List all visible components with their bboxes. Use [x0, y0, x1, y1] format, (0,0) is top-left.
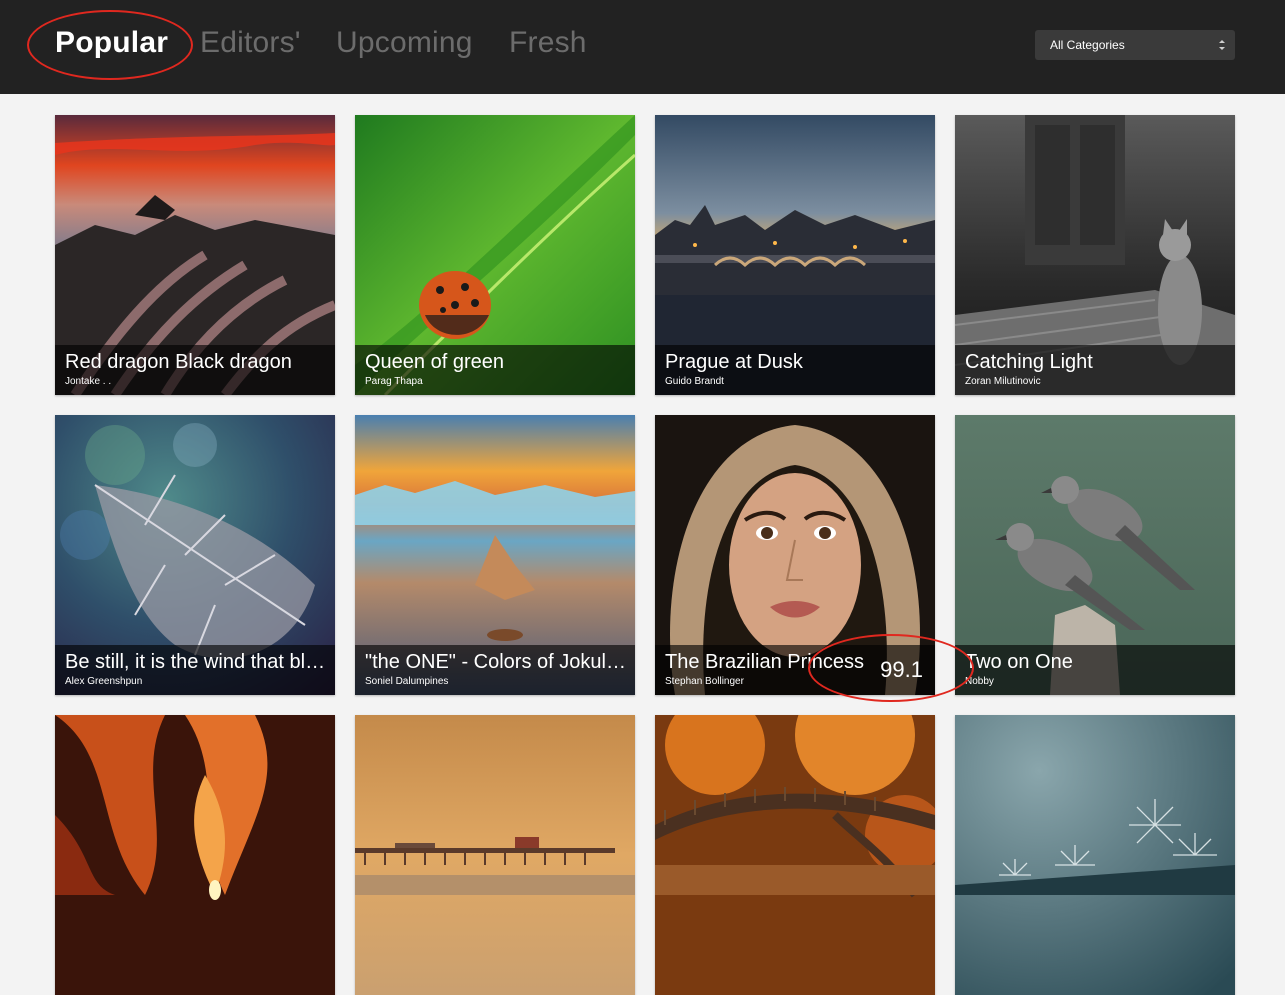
photo-author[interactable]: Zoran Milutinovic	[965, 376, 1041, 387]
category-select[interactable]: All Categories	[1035, 30, 1235, 60]
category-select-value: All Categories	[1050, 38, 1125, 52]
photo-caption: Catching Light Zoran Milutinovic	[955, 345, 1235, 395]
tab-upcoming[interactable]: Upcoming	[336, 26, 473, 60]
highlight-circle-annotation	[27, 10, 193, 80]
photo-author[interactable]: Stephan Bollinger	[665, 676, 744, 687]
photo-author[interactable]: Nobby	[965, 676, 994, 687]
select-arrows-icon	[1219, 40, 1225, 50]
photo-tile[interactable]: Red dragon Black dragon Jontake . .	[55, 115, 335, 395]
photo-caption: Two on One Nobby	[955, 645, 1235, 695]
photo-tile[interactable]: Two on One Nobby	[955, 415, 1235, 695]
photo-title[interactable]: "the ONE" - Colors of Jokulsarlon	[365, 651, 627, 674]
photo-title[interactable]: Queen of green	[365, 351, 627, 374]
photo-author[interactable]: Parag Thapa	[365, 376, 423, 387]
photo-title[interactable]: Two on One	[965, 651, 1227, 674]
tab-fresh[interactable]: Fresh	[509, 26, 587, 60]
photo-author[interactable]: Guido Brandt	[665, 376, 724, 387]
photo-tile[interactable]	[55, 715, 335, 995]
photo-tile[interactable]: The Brazilian Princess Stephan Bollinger…	[655, 415, 935, 695]
photo-author[interactable]: Jontake . .	[65, 376, 111, 387]
photo-author[interactable]: Soniel Dalumpines	[365, 676, 448, 687]
photo-title[interactable]: Prague at Dusk	[665, 351, 927, 374]
photo-caption: "the ONE" - Colors of Jokulsarlon Soniel…	[355, 645, 635, 695]
photo-tile[interactable]	[355, 715, 635, 995]
photo-image	[955, 715, 1235, 995]
photo-caption: Red dragon Black dragon Jontake . .	[55, 345, 335, 395]
photo-tile[interactable]	[955, 715, 1235, 995]
top-navigation-bar: Popular Editors' Upcoming Fresh All Cate…	[0, 0, 1285, 94]
photo-image	[355, 715, 635, 995]
tab-editors[interactable]: Editors'	[200, 26, 301, 60]
photo-rating: 99.1	[880, 657, 923, 682]
photo-tile[interactable]	[655, 715, 935, 995]
photo-caption: Queen of green Parag Thapa	[355, 345, 635, 395]
photo-caption: Prague at Dusk Guido Brandt	[655, 345, 935, 395]
photo-title[interactable]: Catching Light	[965, 351, 1227, 374]
photo-image	[655, 715, 935, 995]
photo-tile[interactable]: "the ONE" - Colors of Jokulsarlon Soniel…	[355, 415, 635, 695]
photo-caption: Be still, it is the wind that blows Alex…	[55, 645, 335, 695]
photo-tile[interactable]: Queen of green Parag Thapa	[355, 115, 635, 395]
photo-tile[interactable]: Be still, it is the wind that blows Alex…	[55, 415, 335, 695]
photo-image	[55, 715, 335, 995]
photo-author[interactable]: Alex Greenshpun	[65, 676, 142, 687]
photo-title[interactable]: Be still, it is the wind that blows	[65, 651, 327, 674]
photo-tile[interactable]: Catching Light Zoran Milutinovic	[955, 115, 1235, 395]
photo-tile[interactable]: Prague at Dusk Guido Brandt	[655, 115, 935, 395]
photo-caption: The Brazilian Princess Stephan Bollinger…	[655, 645, 935, 695]
photo-title[interactable]: Red dragon Black dragon	[65, 351, 327, 374]
